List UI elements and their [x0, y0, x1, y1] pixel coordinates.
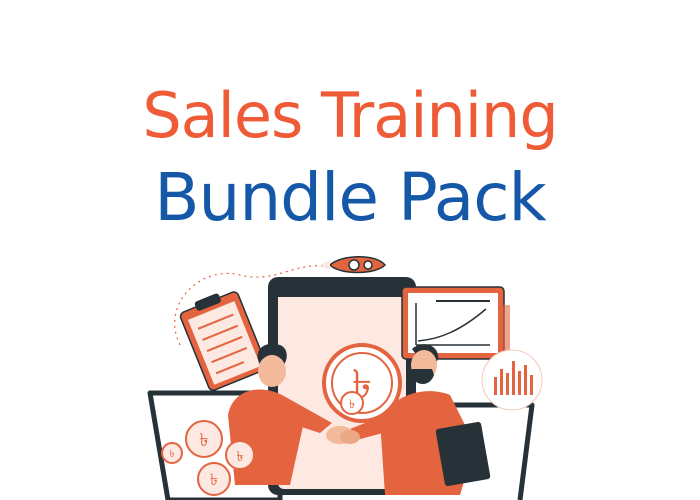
title-line-1: Sales Training [142, 79, 558, 152]
coin-symbol-2: ৳ [237, 449, 244, 465]
sales-illustration-svg: ৳ ৳ ৳ ৳ ৳ ৳ [147, 256, 543, 500]
sales-illustration: ৳ ৳ ৳ ৳ ৳ ৳ [140, 245, 560, 500]
coin-symbol-4: ৳ [210, 470, 218, 489]
coin-symbol-1: ৳ [200, 430, 209, 451]
hand-coin-icon: ৳ [340, 391, 364, 415]
rocket-icon [320, 256, 387, 274]
bar-chart-icon [481, 349, 543, 411]
coin-symbol-3: ৳ [170, 449, 175, 460]
title-block: Sales Training Bundle Pack [0, 0, 700, 250]
title-line-2: Bundle Pack [154, 159, 547, 236]
clipboard-icon [179, 291, 268, 391]
coin-symbol-hand: ৳ [349, 397, 355, 411]
